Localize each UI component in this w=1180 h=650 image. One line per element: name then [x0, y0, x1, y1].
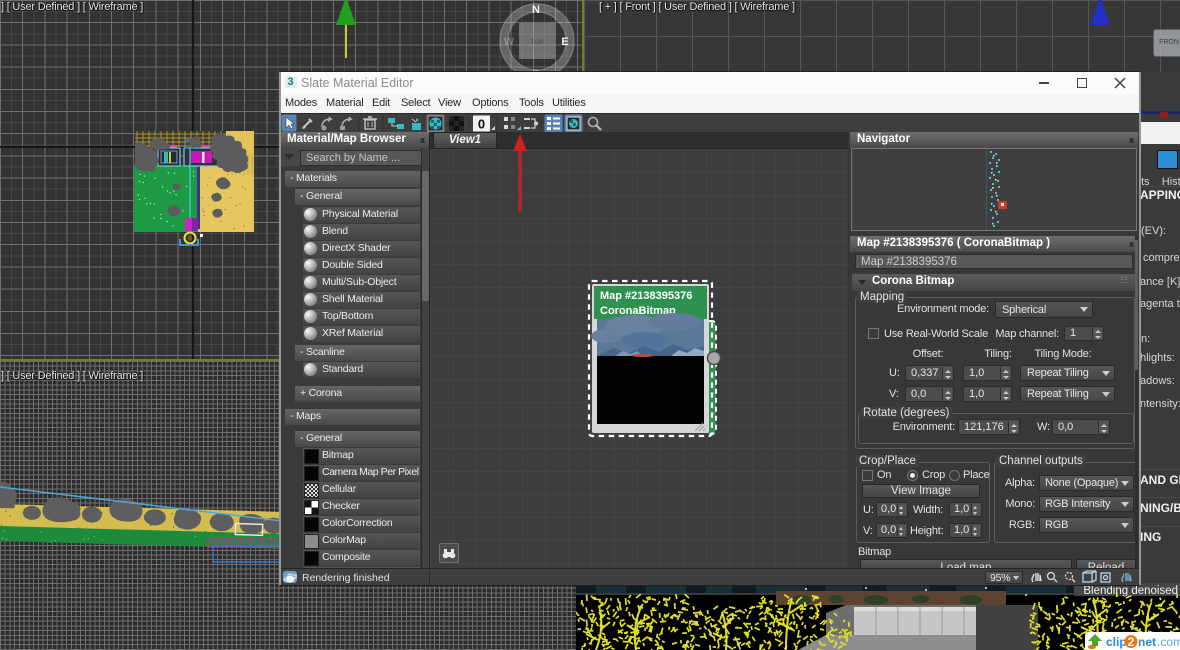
svg-text:N: N: [532, 4, 540, 16]
svg-text:.com: .com: [1157, 635, 1180, 649]
svg-text:Map #2138395376: Map #2138395376: [600, 290, 692, 302]
svg-text:0: 0: [478, 117, 485, 132]
svg-text:clip: clip: [1106, 635, 1127, 649]
svg-text:E: E: [561, 36, 568, 48]
svg-text:2: 2: [1128, 635, 1135, 649]
svg-text:TOP: TOP: [530, 39, 543, 46]
svg-text:net: net: [1138, 635, 1156, 649]
svg-text:W: W: [504, 36, 515, 48]
